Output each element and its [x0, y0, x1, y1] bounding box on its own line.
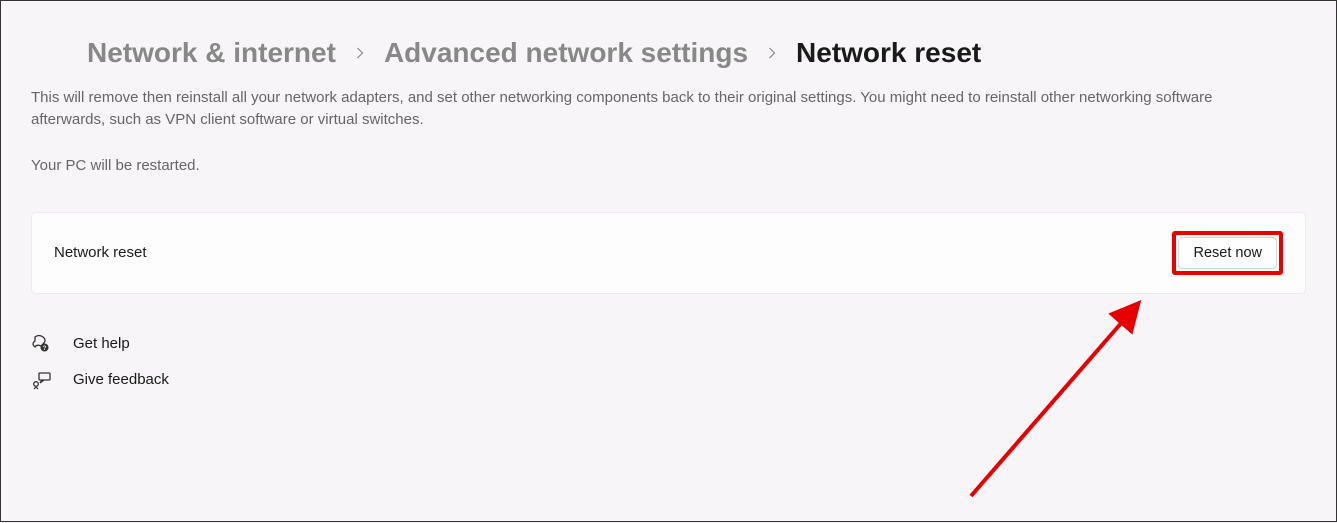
give-feedback-label: Give feedback: [73, 371, 169, 388]
card-label: Network reset: [54, 244, 147, 261]
help-icon: ?: [31, 334, 51, 354]
give-feedback-link[interactable]: Give feedback: [31, 370, 1306, 390]
breadcrumb-network-internet[interactable]: Network & internet: [87, 37, 336, 69]
reset-now-button[interactable]: Reset now: [1178, 237, 1277, 269]
breadcrumb-current: Network reset: [796, 37, 981, 69]
chevron-right-icon: [766, 42, 778, 65]
chevron-right-icon: [354, 42, 366, 65]
svg-text:?: ?: [43, 346, 47, 352]
annotation-highlight-box: Reset now: [1172, 231, 1283, 275]
footer-links: ? Get help Give feedback: [31, 334, 1306, 390]
page-description: This will remove then reinstall all your…: [31, 87, 1261, 131]
network-reset-card: Network reset Reset now: [31, 212, 1306, 294]
get-help-link[interactable]: ? Get help: [31, 334, 1306, 354]
restart-note: Your PC will be restarted.: [31, 157, 1306, 174]
feedback-icon: [31, 370, 51, 390]
get-help-label: Get help: [73, 335, 130, 352]
breadcrumb: Network & internet Advanced network sett…: [87, 37, 1306, 69]
breadcrumb-advanced-settings[interactable]: Advanced network settings: [384, 37, 748, 69]
